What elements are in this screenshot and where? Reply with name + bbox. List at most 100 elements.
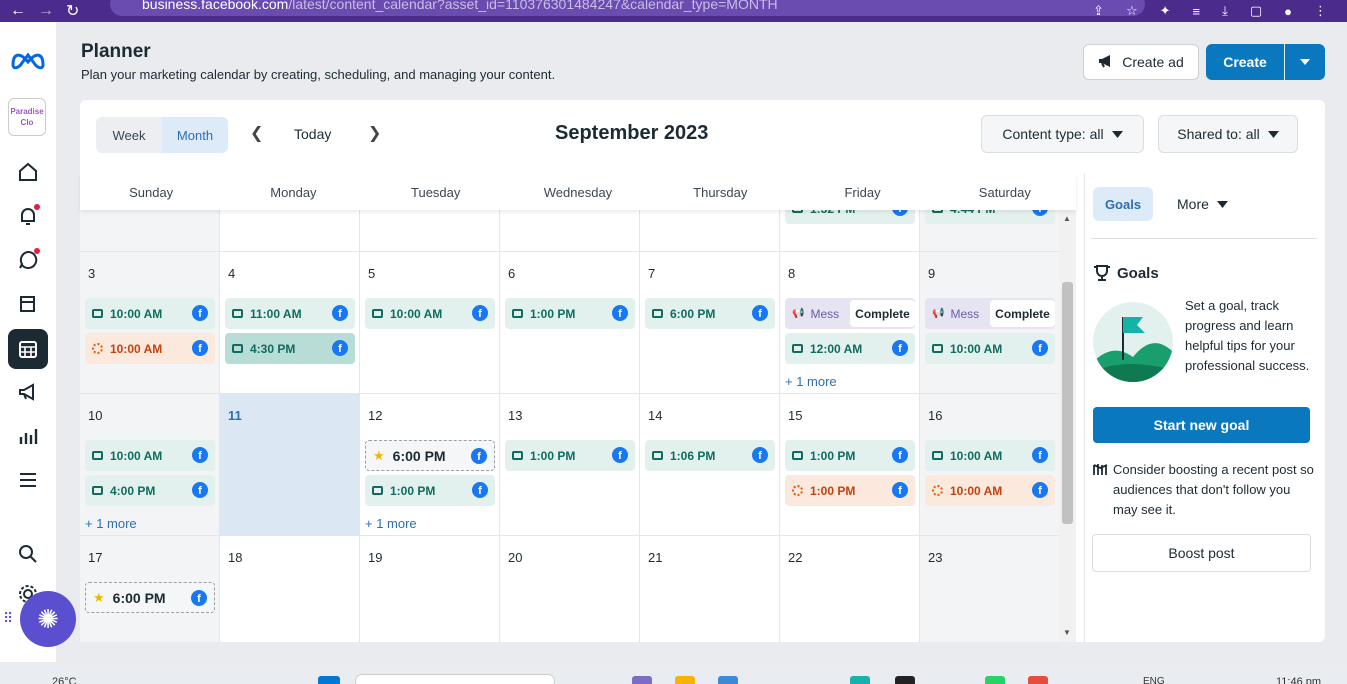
create-dropdown-button[interactable]: [1285, 44, 1325, 80]
insights-icon[interactable]: [8, 416, 48, 456]
create-ad-button[interactable]: Create ad: [1083, 44, 1199, 80]
calendar-day-cell[interactable]: 14 1:06 PM f: [640, 394, 780, 536]
content-type-dropdown[interactable]: Content type: all: [981, 115, 1144, 153]
calendar-event[interactable]: 12:00 AM f: [785, 333, 915, 364]
calendar-event[interactable]: 10:00 AM f: [365, 298, 495, 329]
calendar-scrollbar[interactable]: ▲ ▼: [1059, 210, 1076, 642]
chat-icon[interactable]: [8, 240, 48, 280]
shared-to-dropdown[interactable]: Shared to: all: [1158, 115, 1298, 153]
week-view-button[interactable]: Week: [96, 117, 162, 153]
calendar-day-cell[interactable]: 1:32 PM f: [780, 210, 920, 252]
calendar-event[interactable]: 1:00 PM f: [505, 298, 635, 329]
share-icon[interactable]: ⇪: [1093, 3, 1104, 19]
chevron-right-icon[interactable]: ❯: [368, 123, 381, 143]
start-new-goal-button[interactable]: Start new goal: [1093, 407, 1310, 443]
home-icon[interactable]: [8, 152, 48, 192]
calendar-day-cell[interactable]: 6 1:00 PM f: [500, 252, 640, 394]
calendar-event[interactable]: 1:00 PM f: [785, 475, 915, 506]
calendar-day-cell[interactable]: 15 1:00 PM f 1:00 PM f: [780, 394, 920, 536]
search-icon[interactable]: [8, 534, 48, 574]
scrollbar-thumb[interactable]: [1062, 282, 1073, 524]
calendar-day-cell[interactable]: 20: [500, 536, 640, 642]
taskbar-app-icon[interactable]: [895, 676, 915, 684]
taskbar-search[interactable]: [355, 674, 555, 684]
calendar-day-cell[interactable]: 23: [920, 536, 1059, 642]
calendar-event[interactable]: 1:00 PM f: [505, 440, 635, 471]
calendar-event[interactable]: 10:00 AM f: [85, 440, 215, 471]
calendar-event[interactable]: ★ 6:00 PM f: [365, 440, 495, 471]
more-events-link[interactable]: + 1 more: [785, 374, 837, 389]
calendar-day-cell[interactable]: 9 📢 Mess Complete 10:00 AM f: [920, 252, 1059, 394]
extensions-icon[interactable]: ✦: [1160, 3, 1171, 19]
calendar-day-cell[interactable]: [360, 210, 500, 252]
calendar-day-cell[interactable]: 8 📢 Mess Complete 12:00 AM f + 1 more: [780, 252, 920, 394]
calendar-event[interactable]: 10:00 AM f: [925, 333, 1055, 364]
calendar-event[interactable]: 4:00 PM f: [85, 475, 215, 506]
calendar-day-cell[interactable]: 11: [220, 394, 360, 536]
weather-text[interactable]: 26°C: [52, 676, 77, 684]
calendar-day-cell[interactable]: 7 6:00 PM f: [640, 252, 780, 394]
whatsapp-icon[interactable]: [985, 676, 1005, 684]
today-button[interactable]: Today: [294, 126, 331, 142]
create-button[interactable]: Create: [1206, 44, 1284, 80]
calendar-day-cell[interactable]: 3 10:00 AM f 10:00 AM f: [80, 252, 220, 394]
scroll-up-icon[interactable]: ▲: [1063, 214, 1071, 223]
bell-icon[interactable]: [8, 196, 48, 236]
calendar-day-cell[interactable]: 21: [640, 536, 780, 642]
clock-text[interactable]: 11:46 pm: [1276, 676, 1321, 684]
calendar-day-cell[interactable]: [500, 210, 640, 252]
calendar-day-cell[interactable]: [220, 210, 360, 252]
window-icon[interactable]: ▢: [1250, 3, 1262, 19]
language-indicator[interactable]: ENG: [1143, 676, 1165, 684]
calendar-event[interactable]: 10:00 AM f: [85, 298, 215, 329]
calendar-event[interactable]: 4:30 PM f: [225, 333, 355, 364]
chevron-left-icon[interactable]: ❮: [250, 123, 263, 143]
calendar-event[interactable]: 1:06 PM f: [645, 440, 775, 471]
calendar-day-cell[interactable]: 12 ★ 6:00 PM f 1:00 PM f + 1 more: [360, 394, 500, 536]
calendar-day-cell[interactable]: 10 10:00 AM f 4:00 PM f + 1 more: [80, 394, 220, 536]
boost-post-button[interactable]: Boost post: [1092, 534, 1311, 572]
menu-icon[interactable]: ⋮: [1314, 3, 1327, 19]
calendar-day-cell[interactable]: 16 10:00 AM f 10:00 AM f: [920, 394, 1059, 536]
calendar-day-cell[interactable]: 17 ★ 6:00 PM f: [80, 536, 220, 642]
calendar-day-cell[interactable]: 22: [780, 536, 920, 642]
calendar-event[interactable]: 10:00 AM f: [925, 440, 1055, 471]
calendar-day-cell[interactable]: 4:44 PM f: [920, 210, 1059, 252]
calendar-event[interactable]: 1:00 PM f: [785, 440, 915, 471]
more-tab[interactable]: More: [1177, 187, 1228, 221]
avatar[interactable]: Paradise Clo: [8, 98, 46, 136]
goals-tab[interactable]: Goals: [1093, 187, 1153, 221]
calendar-event[interactable]: 4:44 PM f: [925, 210, 1055, 224]
taskbar-app-icon[interactable]: [718, 676, 738, 684]
pages-icon[interactable]: [8, 284, 48, 324]
calendar-event[interactable]: 11:00 AM f: [225, 298, 355, 329]
more-events-link[interactable]: + 1 more: [365, 516, 417, 531]
more-events-link[interactable]: + 1 more: [85, 516, 137, 531]
forward-icon[interactable]: →: [38, 2, 66, 20]
calendar-day-cell[interactable]: 13 1:00 PM f: [500, 394, 640, 536]
address-bar[interactable]: business.facebook.com/latest/content_cal…: [110, 0, 1145, 16]
calendar-event[interactable]: 📢 Mess Complete: [925, 298, 1055, 329]
meta-logo-icon[interactable]: [8, 40, 48, 80]
calendar-event[interactable]: 10:00 AM f: [85, 333, 215, 364]
scroll-down-icon[interactable]: ▼: [1063, 628, 1071, 637]
drag-handle-icon[interactable]: ⠿: [3, 610, 13, 627]
calendar-event[interactable]: ★ 6:00 PM f: [85, 582, 215, 613]
media-icon[interactable]: ≡: [1193, 4, 1201, 19]
calendar-icon[interactable]: [8, 329, 48, 369]
chrome-icon[interactable]: [1028, 676, 1048, 684]
assistant-widget-button[interactable]: ✺: [20, 591, 76, 647]
calendar-event[interactable]: 1:00 PM f: [365, 475, 495, 506]
reload-icon[interactable]: ↻: [66, 1, 94, 21]
back-icon[interactable]: ←: [10, 2, 38, 20]
calendar-event[interactable]: 6:00 PM f: [645, 298, 775, 329]
calendar-day-cell[interactable]: 18: [220, 536, 360, 642]
month-view-button[interactable]: Month: [162, 117, 228, 153]
calendar-day-cell[interactable]: 19: [360, 536, 500, 642]
calendar-day-cell[interactable]: 5 10:00 AM f: [360, 252, 500, 394]
all-tools-icon[interactable]: [8, 460, 48, 500]
download-icon[interactable]: ⤓: [1222, 3, 1228, 19]
windows-start-icon[interactable]: [318, 676, 340, 684]
calendar-day-cell[interactable]: [80, 210, 220, 252]
calendar-event[interactable]: 📢 Mess Complete: [785, 298, 915, 329]
